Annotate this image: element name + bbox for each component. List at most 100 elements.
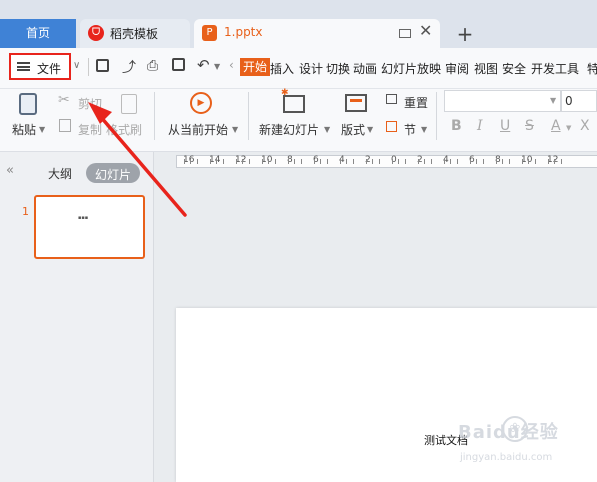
ribbon-scroll-left-icon[interactable]: ‹ <box>229 58 234 72</box>
separator <box>88 58 89 76</box>
wps-logo-icon: ᗜ <box>88 25 104 41</box>
new-tab-plus-icon[interactable]: + <box>452 22 478 46</box>
tab-wps-template[interactable]: ᗜ 稻壳模板 <box>80 19 190 48</box>
menu-tab-transition[interactable]: 切换 <box>326 60 350 77</box>
reset-icon[interactable] <box>386 94 397 104</box>
font-color-dropdown-icon[interactable]: ▼ <box>566 124 571 132</box>
superscript-button[interactable]: X <box>580 118 590 134</box>
file-menu-button[interactable]: 文件 <box>9 53 71 80</box>
ruler-minor-tick <box>268 159 269 164</box>
format-painter-button[interactable]: 格式刷 <box>106 121 142 138</box>
section-button[interactable]: 节 <box>404 121 416 138</box>
ruler-minor-tick <box>326 159 328 164</box>
ruler-minor-tick <box>521 159 523 164</box>
print-preview-icon[interactable] <box>172 58 185 71</box>
undo-icon[interactable]: ↶ <box>197 56 210 74</box>
ruler-minor-tick <box>274 159 276 164</box>
play-icon[interactable]: ▶ <box>190 92 212 114</box>
outline-tab[interactable]: 大纲 <box>48 165 72 182</box>
ruler-minor-tick <box>300 159 302 164</box>
chevron-down-icon[interactable]: ∨ <box>73 60 80 71</box>
ruler-minor-tick <box>209 159 211 164</box>
ruler-minor-tick <box>443 159 445 164</box>
scissors-icon[interactable]: ✂ <box>58 92 70 108</box>
layout-dropdown-icon[interactable]: ▼ <box>367 125 373 134</box>
ruler-minor-tick <box>476 159 477 164</box>
paste-button[interactable]: 粘贴 <box>12 121 36 138</box>
ruler-minor-tick <box>450 159 451 164</box>
paste-icon[interactable] <box>19 93 37 115</box>
ruler-minor-tick <box>495 159 497 164</box>
tab-document[interactable]: P 1.pptx ✕ <box>194 19 440 48</box>
collapse-pane-icon[interactable]: « <box>6 163 14 178</box>
menu-tab-design[interactable]: 设计 <box>299 60 323 77</box>
ruler-minor-tick <box>196 159 198 164</box>
ruler-tick-label: 16 <box>183 155 195 165</box>
new-slide-button[interactable]: 新建幻灯片 <box>259 121 319 138</box>
ruler-minor-tick <box>534 159 536 164</box>
ruler-tick-label: 14 <box>209 155 221 165</box>
ruler-minor-tick <box>339 159 341 164</box>
undo-dropdown-icon[interactable]: ▼ <box>214 62 220 71</box>
new-slide-spark-icon: ✱ <box>281 88 289 98</box>
paste-dropdown-icon[interactable]: ▼ <box>39 125 45 134</box>
new-slide-dropdown-icon[interactable]: ▼ <box>324 125 330 134</box>
tab-home[interactable]: 首页 <box>0 19 76 48</box>
font-family-select[interactable]: ▼ <box>444 90 561 112</box>
reset-button[interactable]: 重置 <box>404 94 428 111</box>
copy-icon[interactable] <box>59 119 71 132</box>
close-icon[interactable]: ✕ <box>419 21 432 40</box>
ruler-minor-tick <box>222 159 224 164</box>
font-size-select[interactable]: 0 <box>561 90 597 112</box>
slide-number: 1 <box>22 205 29 218</box>
menu-tab-slideshow[interactable]: 幻灯片放映 <box>381 60 441 77</box>
underline-button[interactable]: U <box>500 118 510 134</box>
slide-thumbnail[interactable]: ▪▪▪ <box>34 195 145 259</box>
ruler-minor-tick <box>294 159 295 164</box>
ppt-file-icon: P <box>202 25 217 41</box>
layout-icon[interactable] <box>345 94 367 112</box>
format-painter-icon[interactable] <box>121 94 137 114</box>
ruler-tick-label: 10 <box>261 155 273 165</box>
section-dropdown-icon[interactable]: ▼ <box>421 125 427 134</box>
ruler-tick-label: 10 <box>521 155 533 165</box>
strikethrough-button[interactable]: S <box>525 118 534 134</box>
float-window-icon[interactable] <box>399 29 411 38</box>
tab-document-label: 1.pptx <box>224 25 263 39</box>
play-dropdown-icon[interactable]: ▼ <box>232 125 238 134</box>
ruler-minor-tick <box>372 159 373 164</box>
slides-tab[interactable]: 幻灯片 <box>86 163 140 183</box>
separator <box>248 92 249 140</box>
ruler-minor-tick <box>547 159 549 164</box>
ruler-minor-tick <box>365 159 367 164</box>
copy-button[interactable]: 复制 <box>78 121 102 138</box>
save-icon[interactable] <box>96 59 109 72</box>
separator <box>154 92 155 140</box>
ruler-minor-tick <box>183 159 185 164</box>
menu-tab-start[interactable]: 开始 <box>240 58 271 76</box>
menu-tab-insert[interactable]: 插入 <box>270 60 294 77</box>
print-icon[interactable]: ⎙ <box>147 58 158 74</box>
cut-button[interactable]: 剪切 <box>78 95 102 112</box>
ruler-minor-tick <box>469 159 471 164</box>
menu-tab-developer[interactable]: 开发工具 <box>531 60 579 77</box>
file-menu-label: 文件 <box>37 62 62 76</box>
menu-tab-special[interactable]: 特 <box>587 60 597 77</box>
ruler-minor-tick <box>216 159 217 164</box>
menu-tab-view[interactable]: 视图 <box>474 60 498 77</box>
export-icon[interactable]: ⤴ <box>122 57 136 77</box>
font-color-button[interactable]: A <box>551 118 561 134</box>
ruler-minor-tick <box>456 159 458 164</box>
tab-wps-template-label: 稻壳模板 <box>110 27 159 41</box>
menu-tab-review[interactable]: 审阅 <box>445 60 469 77</box>
ruler-minor-tick <box>482 159 484 164</box>
section-icon[interactable] <box>386 121 397 132</box>
italic-button[interactable]: I <box>477 118 483 134</box>
ruler-minor-tick <box>430 159 432 164</box>
menu-tab-security[interactable]: 安全 <box>502 60 526 77</box>
bold-button[interactable]: B <box>451 118 462 134</box>
menu-tab-animation[interactable]: 动画 <box>353 60 377 77</box>
layout-button[interactable]: 版式 <box>341 121 365 138</box>
play-from-current-button[interactable]: 从当前开始 <box>168 121 228 138</box>
hamburger-menu-icon <box>17 62 30 71</box>
